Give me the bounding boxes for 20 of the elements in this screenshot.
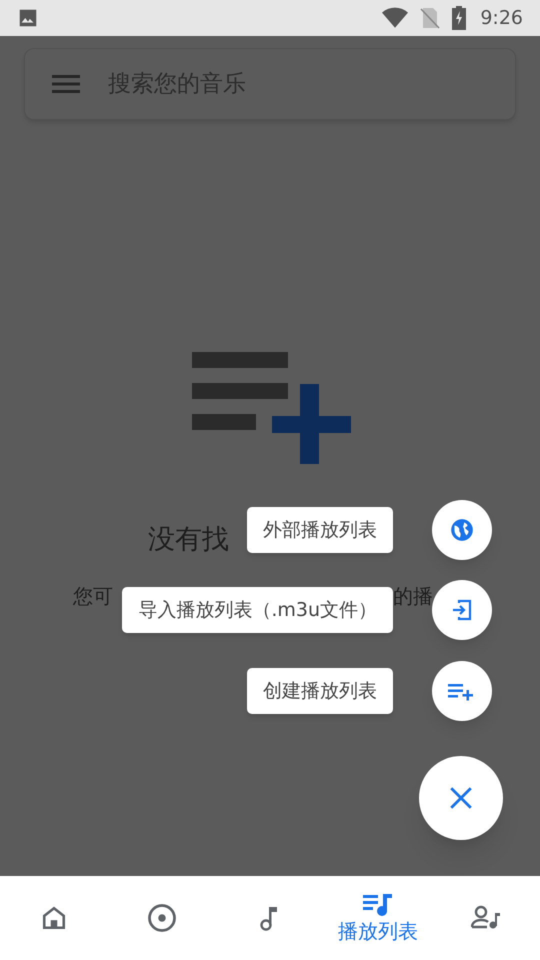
image-icon — [17, 7, 39, 29]
no-sim-icon — [420, 7, 440, 29]
globe-icon — [449, 517, 475, 543]
empty-state-title: 没有找 — [148, 524, 229, 555]
action-label[interactable]: 导入播放列表（.m3u文件） — [122, 587, 393, 633]
action-label[interactable]: 创建播放列表 — [247, 668, 393, 714]
playlist-add-icon — [192, 352, 352, 464]
wifi-signal-icon — [382, 7, 408, 29]
description-text: 您可 — [73, 582, 113, 610]
person-music-icon — [471, 905, 501, 931]
playlist-music-icon — [363, 893, 393, 917]
clock-time: 9:26 — [480, 6, 523, 31]
action-label[interactable]: 外部播放列表 — [247, 507, 393, 553]
battery-charging-icon — [452, 6, 466, 30]
nav-tab[interactable]: 播放列表 — [324, 876, 432, 960]
description-text: 的播 — [393, 582, 433, 610]
close-icon — [448, 785, 474, 811]
import-icon — [450, 598, 474, 622]
disc-icon — [147, 903, 177, 933]
home-icon — [41, 905, 67, 931]
